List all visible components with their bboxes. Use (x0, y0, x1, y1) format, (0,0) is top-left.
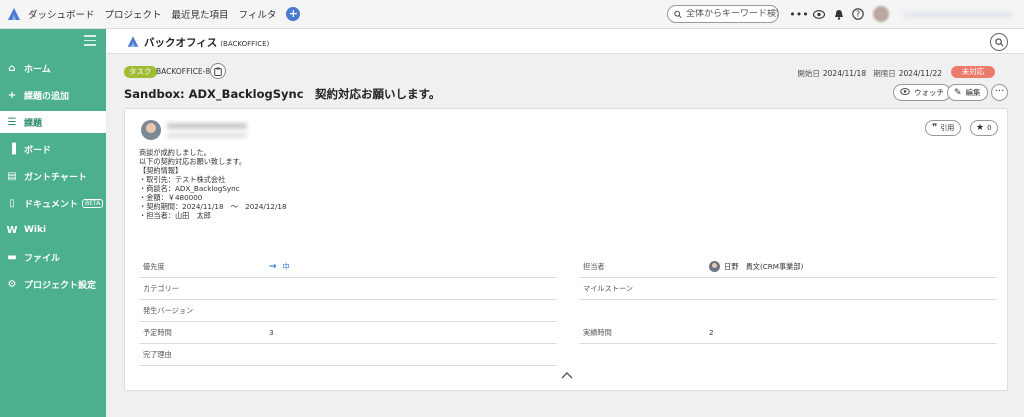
menu-toggle-icon[interactable] (84, 35, 96, 46)
property-category: カテゴリー (139, 278, 557, 300)
wiki-icon: W (6, 224, 18, 236)
reporter-date-blurred (167, 133, 247, 138)
document-icon: ▯ (9, 197, 15, 209)
sidebar-item-issues[interactable]: ☰ 課題 (0, 111, 106, 133)
search-icon (994, 37, 1003, 46)
search-icon (674, 10, 682, 18)
issue-title: Sandbox: ADX_BacklogSync 契約対応お願いします。 (124, 87, 441, 101)
nav-projects[interactable]: プロジェクト (105, 7, 162, 21)
plus-icon: + (7, 89, 17, 101)
quote-button[interactable]: ❞ 引用 (925, 120, 962, 136)
copy-key-button[interactable] (210, 63, 226, 79)
search-input[interactable] (686, 9, 778, 19)
user-name-blurred (903, 11, 1013, 18)
more-icon[interactable]: ••• (789, 7, 808, 21)
eye-icon[interactable] (812, 7, 826, 21)
project-title[interactable]: バックオフィス (BACKOFFICE) (144, 35, 269, 50)
project-logo-icon (126, 35, 140, 51)
gear-icon: ⚙ (7, 278, 17, 290)
property-assignee: 担当者 日野 貴文(CRM事業部) (579, 256, 997, 278)
issue-detail-card: ❞ 引用 ★ 0 商談が成約しました。 以下の契約対応お願い致します。 【契約情報】… (124, 108, 1008, 391)
add-button[interactable]: + (286, 7, 301, 21)
file-icon: ▬ (7, 251, 17, 263)
property-version: 発生バージョン (139, 300, 557, 322)
sidebar-item-board[interactable]: ▐ ボード (0, 138, 106, 160)
property-resolution: 完了理由 (139, 344, 557, 366)
bell-icon[interactable] (832, 7, 846, 21)
start-date: 2024/11/18 (822, 69, 867, 78)
reporter-name-blurred (167, 123, 247, 129)
edit-button[interactable]: ✎ 編集 (947, 84, 988, 101)
issue-key: BACKOFFICE-84 (156, 67, 215, 76)
issue-description: 商談が成約しました。 以下の契約対応お願い致します。 【契約情報】 ・取引先：テ… (139, 148, 287, 220)
gantt-icon: ▤ (7, 170, 17, 182)
sidebar-item-home[interactable]: ⌂ ホーム (0, 57, 106, 79)
sidebar-item-wiki[interactable]: W Wiki (0, 219, 106, 241)
project-header: バックオフィス (BACKOFFICE) (106, 29, 1024, 54)
top-bar: ダッシュボード プロジェクト 最近見た項目 フィルタ + ••• ? (0, 0, 1024, 29)
watch-button[interactable]: ウォッチ (893, 84, 951, 101)
eye-icon (900, 87, 910, 98)
beta-badge: BETA (82, 198, 104, 208)
sidebar-item-documents[interactable]: ▯ ドキュメント BETA (0, 192, 106, 214)
sidebar-item-add-issue[interactable]: + 課題の追加 (0, 84, 106, 106)
pencil-icon: ✎ (954, 87, 962, 98)
due-date: 2024/11/22 (898, 69, 942, 78)
status-badge[interactable]: 未対応 (951, 66, 995, 78)
list-icon: ☰ (7, 116, 17, 128)
reporter-avatar (141, 120, 161, 140)
backlog-logo-icon[interactable] (0, 0, 28, 29)
sidebar-item-project-settings[interactable]: ⚙ プロジェクト設定 (0, 273, 106, 295)
project-search-button[interactable] (990, 33, 1008, 51)
property-milestone: マイルストーン (579, 278, 997, 300)
svg-text:?: ? (856, 10, 860, 19)
clipboard-icon (214, 67, 222, 76)
star-button[interactable]: ★ 0 (970, 120, 998, 136)
nav-filter[interactable]: フィルタ (239, 7, 277, 21)
property-actual-hours: 実績時間 2 (579, 322, 997, 344)
sidebar: ⌂ ホーム + 課題の追加 ☰ 課題 ▐ ボード ▤ ガントチャート ▯ ドキュメント BET… (0, 29, 106, 417)
arrow-right-icon: → (269, 261, 277, 272)
more-options-button[interactable]: ··· (991, 84, 1008, 101)
user-avatar[interactable] (873, 6, 889, 22)
nav-dashboard[interactable]: ダッシュボード (28, 7, 95, 21)
global-search[interactable] (667, 5, 779, 23)
assignee-avatar (709, 261, 720, 272)
quote-icon: ❞ (932, 123, 938, 133)
property-empty (579, 300, 997, 322)
issue-type-badge: タスク (124, 66, 157, 78)
property-estimated-hours: 予定時間 3 (139, 322, 557, 344)
board-icon: ▐ (8, 143, 16, 155)
nav-recent[interactable]: 最近見た項目 (172, 7, 229, 21)
home-icon: ⌂ (8, 62, 16, 74)
chevron-up-icon[interactable] (561, 370, 573, 380)
sidebar-item-files[interactable]: ▬ ファイル (0, 246, 106, 268)
issue-dates: 開始日 2024/11/18 期限日 2024/11/22 (797, 69, 942, 78)
star-icon: ★ (976, 123, 985, 133)
property-priority: 優先度 → 中 (139, 256, 557, 278)
sidebar-item-gantt[interactable]: ▤ ガントチャート (0, 165, 106, 187)
help-icon[interactable]: ? (851, 7, 865, 21)
